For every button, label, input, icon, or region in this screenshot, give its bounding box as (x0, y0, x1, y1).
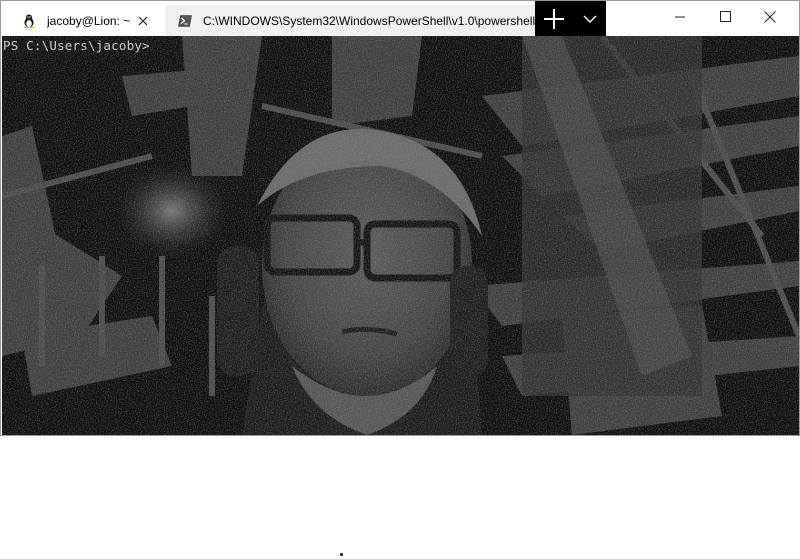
terminal-pane[interactable]: PS C:\Users\jacoby> (2, 36, 799, 435)
plus-icon (543, 8, 565, 30)
tab-title: jacoby@Lion: ~ (47, 13, 131, 28)
new-tab-button[interactable] (535, 1, 573, 36)
maximize-button[interactable] (702, 1, 748, 32)
minimize-icon (675, 12, 685, 22)
tab-actions (535, 1, 606, 36)
tab-powershell[interactable]: C:\WINDOWS\System32\WindowsPowerShell\v1… (165, 5, 535, 36)
linux-penguin-icon (21, 13, 37, 29)
stray-dot (340, 553, 343, 556)
close-icon (764, 10, 776, 23)
close-button[interactable] (747, 1, 793, 32)
tab-linux[interactable]: jacoby@Lion: ~ (9, 5, 165, 36)
close-icon[interactable] (135, 13, 151, 29)
title-bar[interactable]: jacoby@Lion: ~ C:\WINDOWS\System32\Windo… (1, 1, 799, 36)
minimize-button[interactable] (657, 1, 703, 32)
maximize-icon (719, 11, 731, 22)
tab-title: C:\WINDOWS\System32\WindowsPowerShell\v1… (203, 13, 535, 28)
prompt-text: PS C:\Users\jacoby> (3, 38, 150, 53)
terminal-background-image (2, 36, 799, 435)
tab-dropdown-button[interactable] (573, 1, 606, 36)
chevron-down-icon (583, 14, 597, 24)
terminal-window: jacoby@Lion: ~ C:\WINDOWS\System32\Windo… (0, 0, 800, 436)
powershell-icon (177, 13, 193, 29)
